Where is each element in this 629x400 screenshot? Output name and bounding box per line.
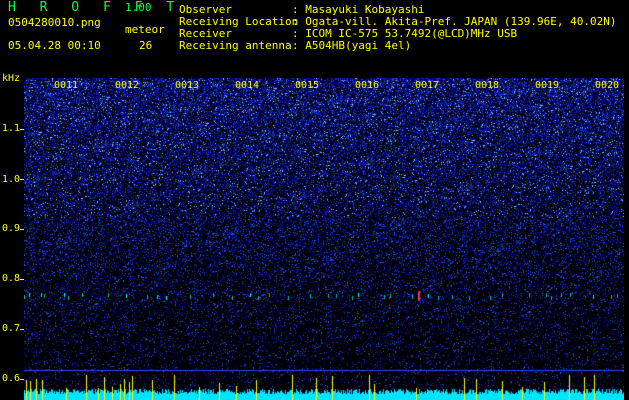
y-axis-unit: kHz: [2, 73, 21, 84]
y-tick-mark: [20, 179, 24, 180]
time-mark-0011: 0011: [54, 80, 79, 91]
time-mark-0017: 0017: [415, 80, 440, 91]
antenna-value: : A504HB(yagi 4el): [292, 39, 412, 52]
time-mark-0020: 0020: [595, 80, 620, 91]
app-version: 1.00: [125, 1, 152, 14]
y-tick-1-0: 1.0: [2, 174, 21, 185]
y-tick-mark: [20, 379, 24, 380]
time-mark-0019: 0019: [535, 80, 560, 91]
spectrogram: [24, 78, 624, 400]
y-tick-mark: [20, 279, 24, 280]
y-tick-mark: [20, 129, 24, 130]
y-tick-1-1: 1.1: [2, 123, 21, 134]
capture-datetime: 05.04.28 00:10: [8, 39, 101, 52]
y-tick-0-9: 0.9: [2, 223, 21, 234]
meteor-count: 26: [139, 39, 153, 52]
antenna-label: Receiving antenna: [179, 39, 292, 52]
y-tick-0-6: 0.6: [2, 373, 21, 384]
time-mark-0016: 0016: [355, 80, 380, 91]
y-tick-mark: [20, 329, 24, 330]
meteor-label: meteor: [125, 23, 165, 36]
time-mark-0015: 0015: [295, 80, 320, 91]
y-tick-0-8: 0.8: [2, 273, 21, 284]
time-mark-0014: 0014: [235, 80, 260, 91]
time-mark-0013: 0013: [175, 80, 200, 91]
app-title: H R O F F T: [8, 0, 183, 15]
time-mark-0018: 0018: [475, 80, 500, 91]
time-mark-0012: 0012: [115, 80, 140, 91]
y-tick-mark: [20, 229, 24, 230]
file-name: 0504280010.png: [8, 16, 101, 29]
y-tick-0-7: 0.7: [2, 323, 21, 334]
